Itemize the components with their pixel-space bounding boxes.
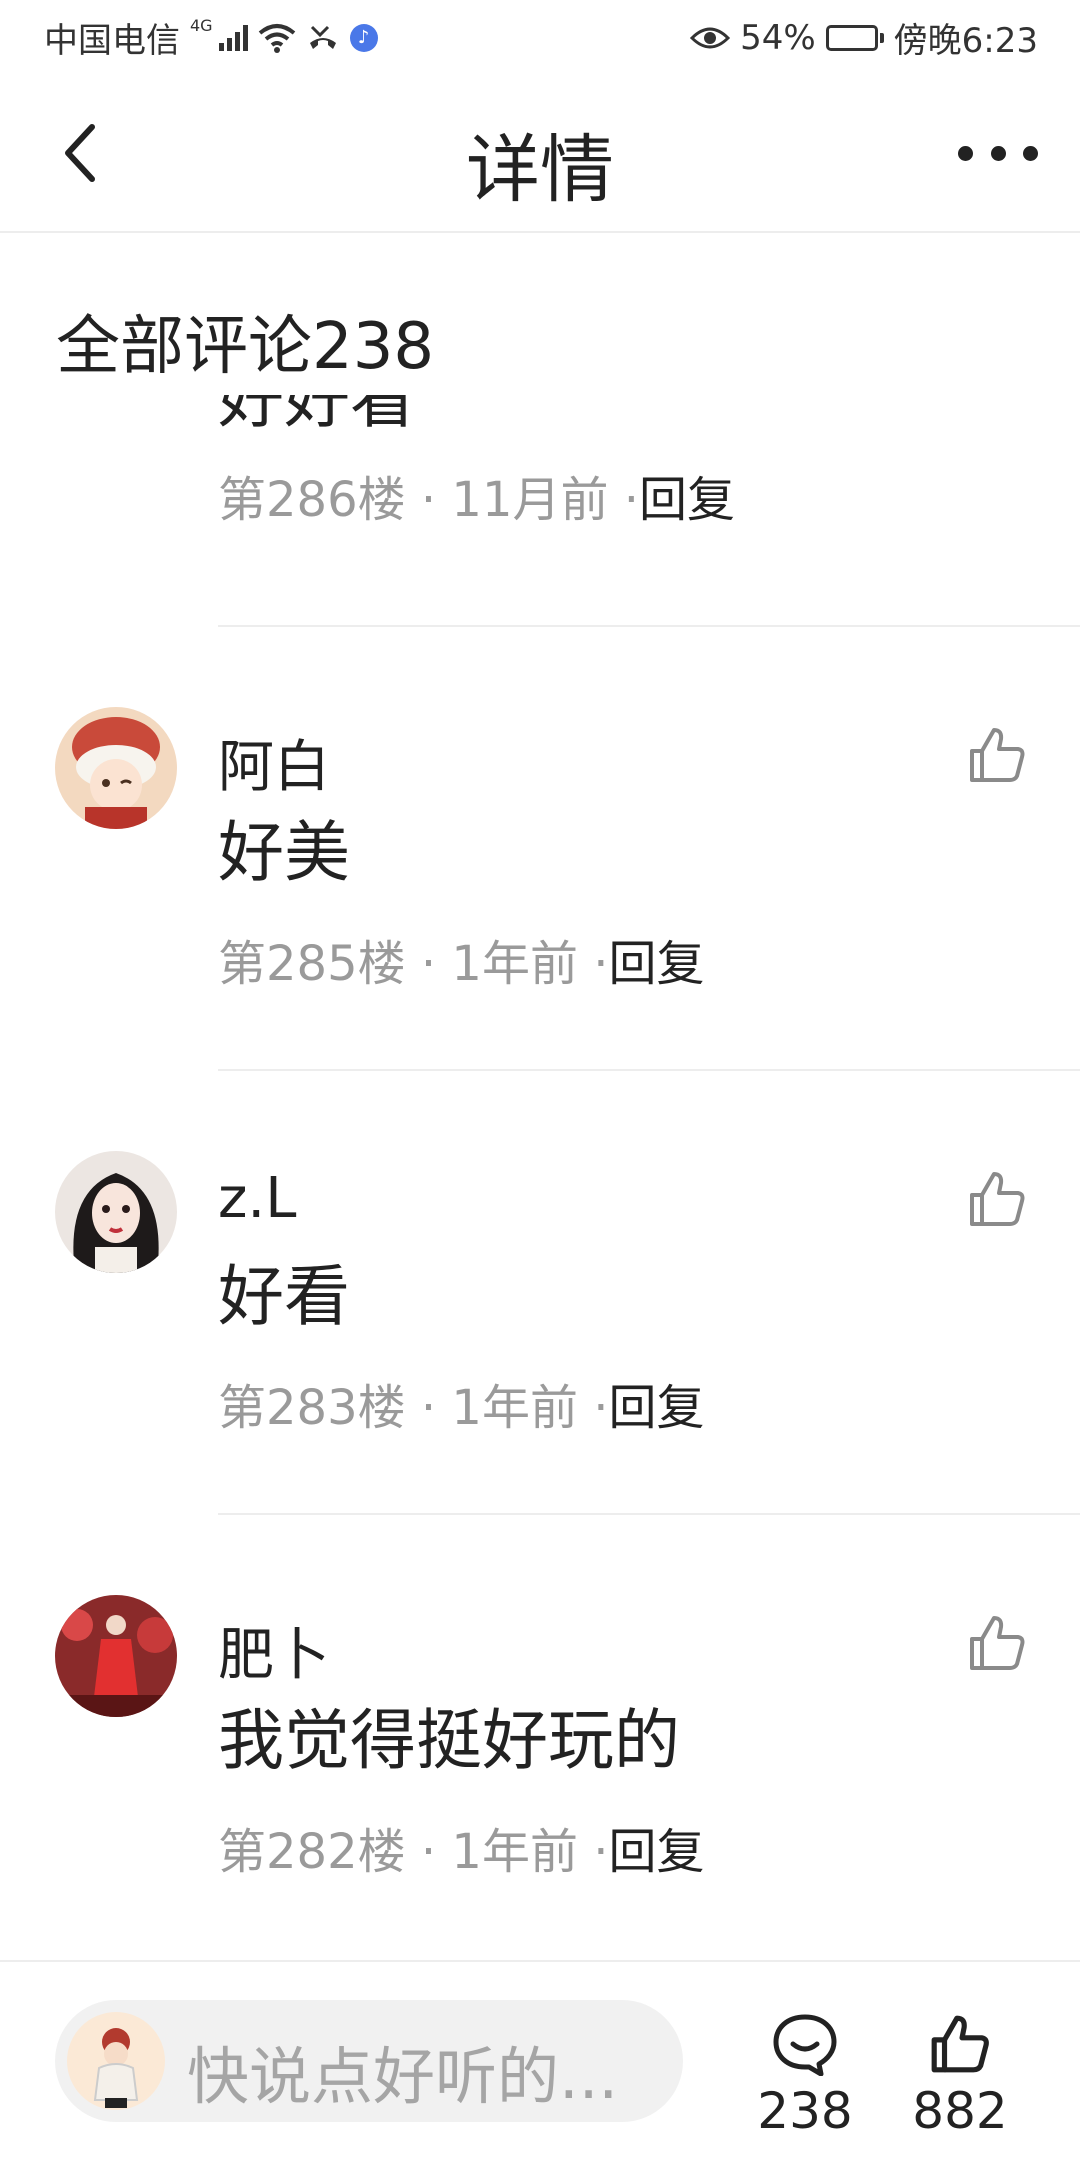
comment-meta: 第283楼 · 1年前 ·回复	[218, 1380, 705, 1436]
comment-count: 238	[757, 2082, 853, 2140]
comment-username[interactable]: 肥卜	[218, 1610, 330, 1691]
page-title: 详情	[466, 127, 614, 213]
user-avatar	[67, 2012, 165, 2110]
nav-bar: 详情	[0, 75, 1080, 233]
like-button[interactable]: 882	[890, 2012, 1030, 2140]
battery-percent: 54%	[740, 17, 816, 58]
comment-item: 肥卜 我觉得挺好玩的 第282楼 · 1年前 ·回复	[0, 1515, 1080, 1960]
comment-time: 11月前	[451, 472, 609, 528]
comments-button[interactable]: 238	[735, 2012, 875, 2140]
more-dots-icon	[958, 145, 973, 161]
reply-button[interactable]: 回复	[608, 1380, 704, 1436]
signal-icon	[218, 24, 248, 51]
thumbs-up-icon[interactable]	[966, 1168, 1028, 1230]
status-bar: 中国电信 4G ♪ 54% 傍晚6:23	[0, 0, 1080, 75]
status-left: 中国电信 4G ♪	[44, 13, 378, 62]
comment-time: 1年前	[451, 1380, 578, 1436]
avatar[interactable]	[55, 707, 177, 829]
comment-meta: 第286楼 · 11月前 ·回复	[218, 472, 736, 528]
comment-time: 1年前	[451, 936, 578, 992]
battery-icon	[825, 24, 884, 51]
music-icon: ♪	[349, 23, 378, 52]
eye-icon	[690, 27, 731, 48]
comment-input[interactable]: 快说点好听的...	[55, 2000, 683, 2122]
avatar[interactable]	[55, 1595, 177, 1717]
comment-floor: 第283楼	[218, 1380, 406, 1436]
thumbs-up-icon	[931, 2015, 989, 2073]
comment-floor: 第286楼	[218, 472, 406, 528]
comment-meta: 第285楼 · 1年前 ·回复	[218, 936, 705, 992]
reply-button[interactable]: 回复	[608, 1824, 704, 1880]
comment-item: z.L 好看 第283楼 · 1年前 ·回复	[0, 1071, 1080, 1515]
comment-meta: 第282楼 · 1年前 ·回复	[218, 1824, 705, 1880]
comment-time: 1年前	[451, 1824, 578, 1880]
clock: 傍晚6:23	[893, 21, 1038, 61]
missed-call-icon	[309, 25, 336, 49]
reply-button[interactable]: 回复	[639, 472, 735, 528]
more-button[interactable]	[958, 133, 1038, 173]
comment-input-placeholder: 快说点好听的...	[187, 2040, 619, 2113]
bottom-bar: 快说点好听的... 238 882	[0, 1960, 1080, 2160]
network-type-label: 4G	[190, 16, 213, 35]
comment-text: 好看	[218, 1258, 350, 1335]
comment-bubble-icon	[773, 2014, 837, 2076]
reply-button[interactable]: 回复	[608, 936, 704, 992]
comment-text: 好美	[218, 814, 350, 891]
comments-header: 全部评论238	[56, 310, 435, 384]
comment-floor: 第282楼	[218, 1824, 406, 1880]
like-count: 882	[912, 2082, 1008, 2140]
comment-username[interactable]: z.L	[218, 1166, 296, 1231]
comment-floor: 第285楼	[218, 936, 406, 992]
comment-text: 好好看	[218, 395, 416, 437]
comment-list: 好好看 第286楼 · 11月前 ·回复 阿白 好美 第285楼 · 1年前 ·…	[0, 395, 1080, 1960]
wifi-icon	[258, 23, 295, 53]
comment-item: 阿白 好美 第285楼 · 1年前 ·回复	[0, 627, 1080, 1071]
carrier-label: 中国电信	[44, 21, 180, 61]
avatar[interactable]	[55, 1151, 177, 1273]
comment-username[interactable]: 阿白	[218, 722, 330, 803]
thumbs-up-icon[interactable]	[966, 724, 1028, 786]
status-right: 54% 傍晚6:23	[690, 13, 1038, 62]
thumbs-up-icon[interactable]	[966, 1612, 1028, 1674]
comment-text: 我觉得挺好玩的	[218, 1702, 680, 1779]
